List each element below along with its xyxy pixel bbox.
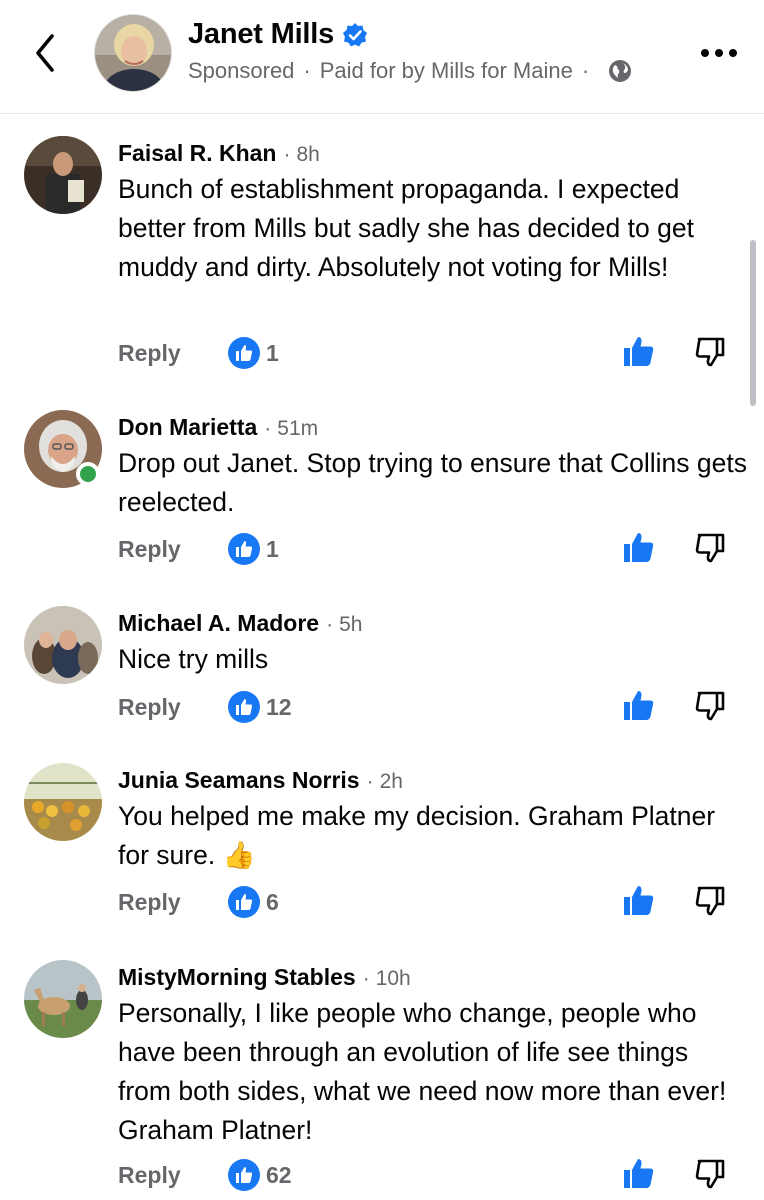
like-count: 1	[266, 339, 279, 366]
page-name[interactable]: Janet Mills	[188, 18, 334, 51]
comment-header: Don Marietta · 51m	[118, 414, 318, 441]
commenter-name[interactable]: Junia Seamans Norris	[118, 767, 360, 794]
reaction-count[interactable]: 1	[228, 337, 279, 369]
reply-button[interactable]: Reply	[118, 889, 181, 916]
comment-text: Drop out Janet. Stop trying to ensure th…	[118, 448, 747, 517]
comment-actions: Reply 1	[118, 334, 748, 374]
online-status-indicator	[76, 462, 100, 486]
reaction-count[interactable]: 6	[228, 886, 279, 918]
comment-time: · 8h	[276, 143, 319, 167]
reply-button[interactable]: Reply	[118, 536, 181, 563]
thumbs-up-icon[interactable]	[622, 883, 656, 917]
like-count: 1	[266, 535, 279, 562]
thumbs-up-emoji-icon: 👍	[222, 840, 256, 870]
like-reaction-icon	[228, 886, 260, 918]
comment-header: Junia Seamans Norris · 2h	[118, 767, 403, 794]
comment-text: Personally, I like people who change, pe…	[118, 998, 727, 1145]
comment-time: · 5h	[319, 613, 362, 637]
comment-time: · 2h	[360, 770, 403, 794]
more-options-icon[interactable]	[697, 36, 741, 70]
like-count: 62	[266, 1161, 292, 1188]
thumbs-up-icon[interactable]	[622, 688, 656, 722]
thumbs-down-icon[interactable]	[694, 532, 726, 564]
comment-timestamp: 10h	[375, 967, 411, 990]
comment-time: · 51m	[257, 417, 318, 441]
reply-button[interactable]: Reply	[118, 1162, 181, 1189]
like-reaction-icon	[228, 337, 260, 369]
comment-header: MistyMorning Stables · 10h	[118, 964, 411, 991]
comment-timestamp: 51m	[277, 417, 319, 440]
commenter-avatar[interactable]	[24, 763, 102, 841]
comment-text: Bunch of establishment propaganda. I exp…	[118, 174, 694, 282]
like-count: 12	[266, 693, 292, 720]
thumbs-down-icon[interactable]	[694, 336, 726, 368]
like-count: 6	[266, 888, 279, 915]
separator: ·	[366, 770, 374, 793]
separator: ·	[581, 58, 590, 83]
commenter-name[interactable]: Don Marietta	[118, 414, 257, 441]
comment-actions: Reply 1	[118, 530, 748, 570]
reaction-count[interactable]: 12	[228, 691, 292, 723]
comment-timestamp: 2h	[379, 770, 403, 793]
reply-button[interactable]: Reply	[118, 340, 181, 367]
sponsored-label[interactable]: Sponsored	[188, 58, 294, 84]
comment-timestamp: 5h	[339, 613, 363, 636]
separator: ·	[362, 967, 370, 990]
commenter-name[interactable]: Faisal R. Khan	[118, 140, 276, 167]
globe-icon	[609, 60, 632, 82]
commenter-avatar[interactable]	[24, 960, 102, 1038]
page-name-row: Janet Mills	[188, 18, 368, 51]
page-avatar[interactable]	[94, 14, 172, 92]
like-reaction-icon	[228, 533, 260, 565]
verified-badge-icon	[343, 22, 368, 46]
separator: ·	[326, 613, 334, 636]
separator: ·	[264, 417, 272, 440]
thumbs-up-icon[interactable]	[622, 1156, 656, 1190]
reaction-count[interactable]: 1	[228, 533, 279, 565]
comment-text: You helped me make my decision. Graham P…	[118, 797, 748, 875]
commenter-avatar[interactable]	[24, 606, 102, 684]
commenter-name[interactable]: MistyMorning Stables	[118, 964, 356, 991]
commenter-avatar[interactable]	[24, 136, 102, 214]
commenter-name[interactable]: Michael A. Madore	[118, 610, 319, 637]
comment-actions: Reply 12	[118, 688, 748, 728]
comment-timestamp: 8h	[296, 143, 320, 166]
scrollbar[interactable]	[750, 240, 756, 406]
separator: ·	[303, 58, 311, 83]
thumbs-up-icon[interactable]	[622, 530, 656, 564]
reaction-count[interactable]: 62	[228, 1159, 292, 1191]
post-header: Janet Mills Sponsored · Paid for by Mill…	[0, 0, 764, 114]
separator: ·	[283, 143, 291, 166]
thumbs-down-icon[interactable]	[694, 690, 726, 722]
comment-text-body: You helped me make my decision. Graham P…	[118, 801, 716, 870]
thumbs-up-icon[interactable]	[622, 334, 656, 368]
reply-button[interactable]: Reply	[118, 694, 181, 721]
comment-text: Nice try mills	[118, 644, 269, 674]
back-arrow-icon[interactable]	[28, 30, 64, 76]
comment-header: Faisal R. Khan · 8h	[118, 140, 320, 167]
sponsor-info: Sponsored · Paid for by Mills for Maine …	[188, 58, 632, 84]
paid-for-label: Paid for by Mills for Maine	[319, 58, 573, 83]
thumbs-down-icon[interactable]	[694, 1158, 726, 1190]
like-reaction-icon	[228, 691, 260, 723]
comment-header: Michael A. Madore · 5h	[118, 610, 362, 637]
comment-actions: Reply 62	[118, 1156, 748, 1196]
like-reaction-icon	[228, 1159, 260, 1191]
comment-actions: Reply 6	[118, 883, 748, 923]
comment-time: · 10h	[356, 967, 411, 991]
thumbs-down-icon[interactable]	[694, 885, 726, 917]
